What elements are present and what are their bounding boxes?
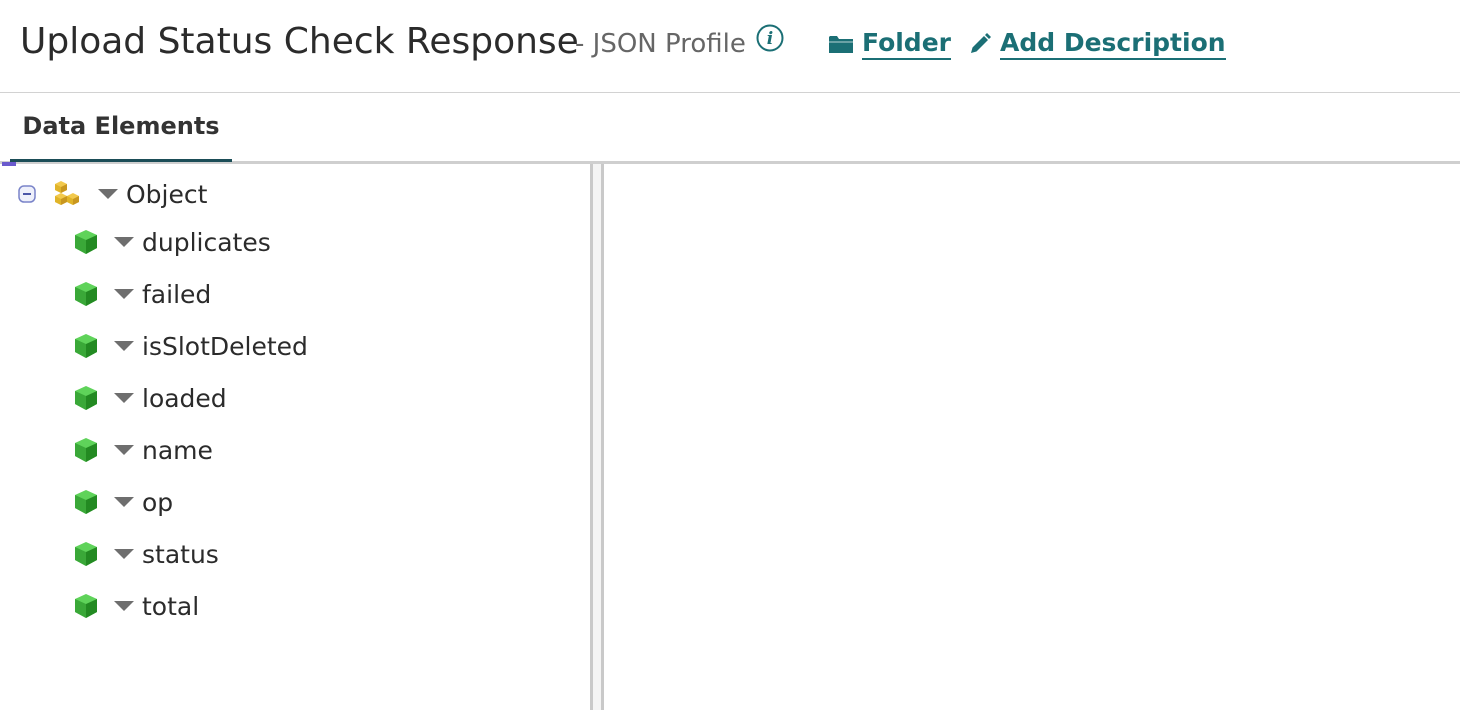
info-icon[interactable]: i [756,24,784,52]
tree-node-op[interactable]: op [74,482,173,522]
element-icon [75,334,97,358]
add-description-link-label: Add Description [1000,28,1226,60]
element-icon [75,230,97,254]
tree-node-label: total [142,591,200,621]
dropdown-arrow-icon[interactable] [114,289,134,299]
element-icon [75,594,97,618]
element-details-pane [604,164,1460,710]
pane-corner-marker [2,162,16,166]
dropdown-arrow-icon[interactable] [114,445,134,455]
dropdown-arrow-icon[interactable] [114,549,134,559]
element-icon [75,386,97,410]
pane-splitter[interactable] [590,164,604,710]
tree-node-loaded[interactable]: loaded [74,378,227,418]
svg-text:i: i [767,29,773,49]
folder-link[interactable]: Folder [828,26,951,62]
element-icon [75,542,97,566]
tree-node-label: status [142,539,219,569]
add-description-link[interactable]: Add Description [968,26,1226,62]
dropdown-arrow-icon[interactable] [114,601,134,611]
element-icon [75,282,97,306]
folder-icon [829,36,853,53]
tree-node-failed[interactable]: failed [74,274,211,314]
tree-node-status[interactable]: status [74,534,219,574]
page-header: Upload Status Check Response - JSON Prof… [0,0,1460,93]
element-icon [75,490,97,514]
tab-data-elements[interactable]: Data Elements [10,93,232,162]
profile-type-label: - JSON Profile [575,29,746,59]
tree-node-label: loaded [142,383,227,413]
tree-node-duplicates[interactable]: duplicates [74,222,271,262]
dropdown-arrow-icon[interactable] [114,393,134,403]
collapse-toggle-icon[interactable] [18,185,36,203]
tree-node-name[interactable]: name [74,430,213,470]
tree-node-label: Object [126,179,208,209]
dropdown-arrow-icon[interactable] [114,341,134,351]
tree-node-label: name [142,435,213,465]
dropdown-arrow-icon[interactable] [98,189,118,199]
tree-node-isslotdeleted[interactable]: isSlotDeleted [74,326,308,366]
tree-node-object[interactable]: Object [52,174,207,214]
tab-bar: Data Elements [0,93,1460,164]
pencil-icon [971,33,991,53]
tree-node-label: duplicates [142,227,271,257]
tree-node-label: failed [142,279,212,309]
page-title: Upload Status Check Response [20,21,579,62]
tree-node-total[interactable]: total [74,586,199,626]
dropdown-arrow-icon[interactable] [114,237,134,247]
tree-node-label: op [142,487,174,517]
object-icon [55,181,79,205]
folder-link-label: Folder [862,28,951,60]
dropdown-arrow-icon[interactable] [114,497,134,507]
tree-node-label: isSlotDeleted [142,331,308,361]
element-icon [75,438,97,462]
